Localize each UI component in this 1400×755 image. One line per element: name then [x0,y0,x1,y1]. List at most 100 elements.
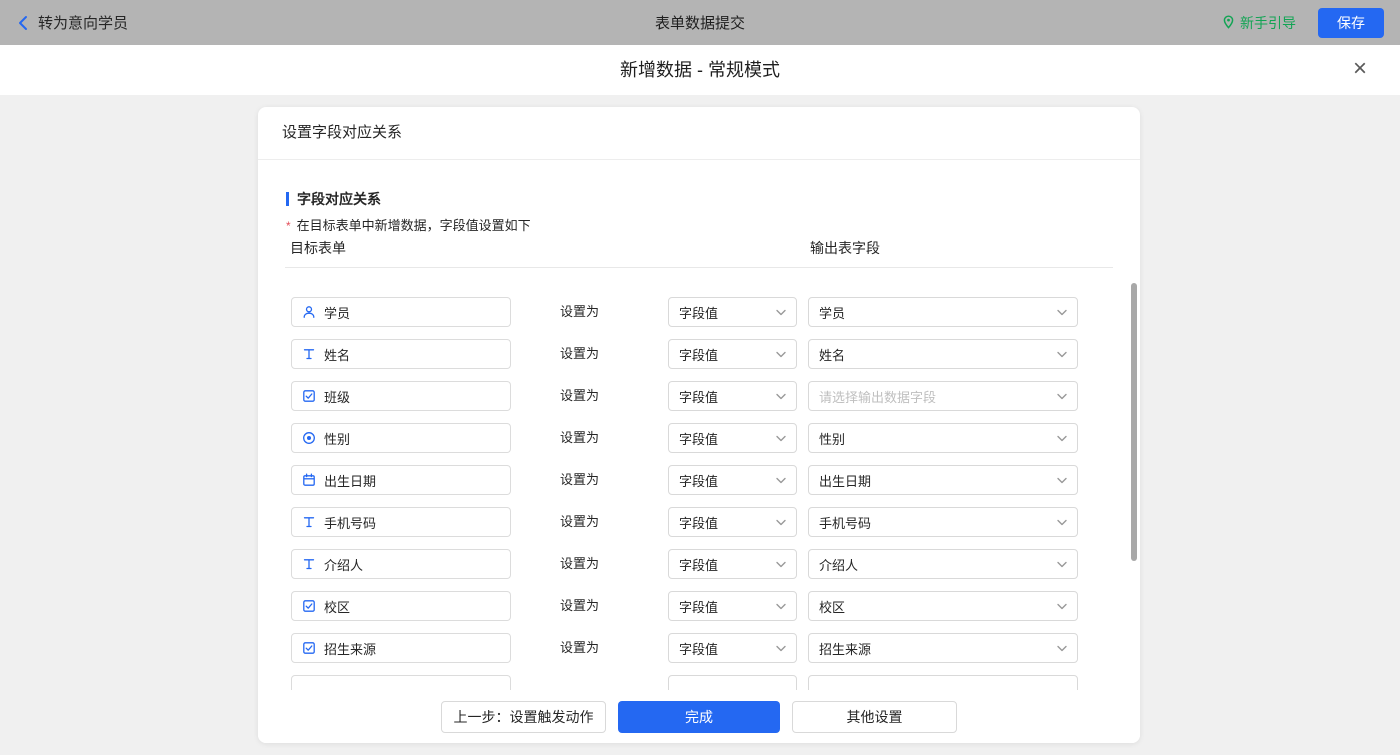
value-type-selected: 字段值 [679,305,719,321]
modal-titlebar: 新增数据 - 常规模式 × [0,45,1400,95]
value-type-selected: 字段值 [679,473,719,489]
other-settings-button[interactable]: 其他设置 [792,700,957,733]
back-chevron-icon[interactable] [16,15,30,31]
output-field-select[interactable]: 校区 [808,591,1078,621]
set-as-label: 设置为 [560,346,600,361]
output-field-selected: 介绍人 [819,557,859,573]
chevron-down-icon [1057,645,1067,652]
field-mapping-row: 招生来源 设置为 字段值 招生来源 [291,633,1132,663]
value-type-select[interactable]: 字段值 [668,297,797,327]
value-type-select[interactable]: 字段值 [668,339,797,369]
save-button[interactable]: 保存 [1318,7,1384,38]
back-label[interactable]: 转为意向学员 [38,12,128,33]
header-divider [285,267,1113,268]
set-as-label: 设置为 [560,472,600,487]
set-as-label: 设置为 [560,556,600,571]
target-field-label: 介绍人 [324,557,364,573]
target-field-input[interactable]: 学员 [291,297,511,327]
target-field-input[interactable]: 班级 [291,381,511,411]
section-title-label: 字段对应关系 [297,191,381,207]
output-field-select[interactable]: 学员 [808,297,1078,327]
value-type-select[interactable]: 字段值 [668,591,797,621]
output-field-selected: 学员 [819,305,846,321]
column-header-target-form: 目标表单 [290,240,346,256]
value-type-selected: 字段值 [679,599,719,615]
beginner-guide-label[interactable]: 新手引导 [1240,13,1296,33]
column-headers: 目标表单 输出表字段 [290,238,1110,258]
done-button[interactable]: 完成 [618,700,780,733]
topbar-actions: 新手引导 保存 [1222,7,1384,38]
set-as-label: 设置为 [560,640,600,655]
chevron-down-icon [1057,309,1067,316]
required-asterisk: * [286,219,291,233]
section-accent-bar [286,192,289,206]
value-type-select[interactable]: 字段值 [668,507,797,537]
value-type-select[interactable] [668,675,797,690]
set-as-label: 设置为 [560,430,600,445]
value-type-select[interactable]: 字段值 [668,423,797,453]
prev-step-button[interactable]: 上一步：设置触发动作 [441,700,606,733]
value-type-selected: 字段值 [679,431,719,447]
note-line: * 在目标表单中新增数据，字段值设置如下 [286,215,531,234]
value-type-select[interactable]: 字段值 [668,465,797,495]
chevron-down-icon [776,561,786,568]
output-field-selected: 姓名 [819,347,846,363]
note-text: 在目标表单中新增数据，字段值设置如下 [296,218,531,233]
value-type-selected: 字段值 [679,557,719,573]
output-field-select[interactable]: 姓名 [808,339,1078,369]
target-field-label: 校区 [324,599,351,615]
target-field-input[interactable]: 校区 [291,591,511,621]
output-field-select[interactable] [808,675,1078,690]
output-field-select[interactable]: 手机号码 [808,507,1078,537]
card-footer: 上一步：设置触发动作 完成 其他设置 [258,690,1140,743]
scrollbar-thumb[interactable] [1131,283,1137,561]
target-field-input[interactable]: 出生日期 [291,465,511,495]
chevron-down-icon [776,309,786,316]
chevron-down-icon [776,519,786,526]
target-field-input[interactable]: 手机号码 [291,507,511,537]
value-type-selected: 字段值 [679,515,719,531]
output-field-select[interactable]: 介绍人 [808,549,1078,579]
person-icon [302,305,316,319]
field-mapping-row: 出生日期 设置为 字段值 出生日期 [291,465,1132,495]
output-field-selected: 手机号码 [819,515,872,531]
output-field-select[interactable]: 请选择输出数据字段 [808,381,1078,411]
target-field-input[interactable]: 性别 [291,423,511,453]
value-type-select[interactable]: 字段值 [668,633,797,663]
chevron-down-icon [1057,351,1067,358]
chevron-down-icon [1057,477,1067,484]
output-field-select[interactable]: 出生日期 [808,465,1078,495]
target-field-input[interactable]: 介绍人 [291,549,511,579]
radio-icon [302,431,316,445]
target-field-input[interactable]: 姓名 [291,339,511,369]
field-mapping-row [291,675,1132,690]
target-field-input[interactable]: 招生来源 [291,633,511,663]
text-icon [302,515,316,529]
target-field-label: 出生日期 [324,473,377,489]
chevron-down-icon [776,477,786,484]
value-type-select[interactable]: 字段值 [668,549,797,579]
text-icon [302,557,316,571]
beginner-guide-link[interactable]: 新手引导 [1222,13,1296,33]
chevron-down-icon [776,435,786,442]
target-field-label: 招生来源 [324,641,377,657]
output-field-select[interactable]: 招生来源 [808,633,1078,663]
modal-content: 设置字段对应关系 字段对应关系 * 在目标表单中新增数据，字段值设置如下 目标表单… [0,95,1400,755]
checkbox-icon [302,641,316,655]
target-field-input[interactable] [291,675,511,690]
chevron-down-icon [776,645,786,652]
chevron-down-icon [1057,603,1067,610]
target-field-label: 性别 [324,431,351,447]
field-mapping-row: 性别 设置为 字段值 性别 [291,423,1132,453]
field-mapping-row: 姓名 设置为 字段值 姓名 [291,339,1132,369]
target-field-label: 姓名 [324,347,351,363]
value-type-select[interactable]: 字段值 [668,381,797,411]
section-title: 字段对应关系 [286,189,381,209]
close-icon[interactable]: × [1344,54,1376,86]
chevron-down-icon [1057,519,1067,526]
scrollbar[interactable] [1131,283,1137,683]
output-field-selected: 校区 [819,599,846,615]
back-nav[interactable]: 转为意向学员 [16,12,128,33]
text-icon [302,347,316,361]
output-field-select[interactable]: 性别 [808,423,1078,453]
